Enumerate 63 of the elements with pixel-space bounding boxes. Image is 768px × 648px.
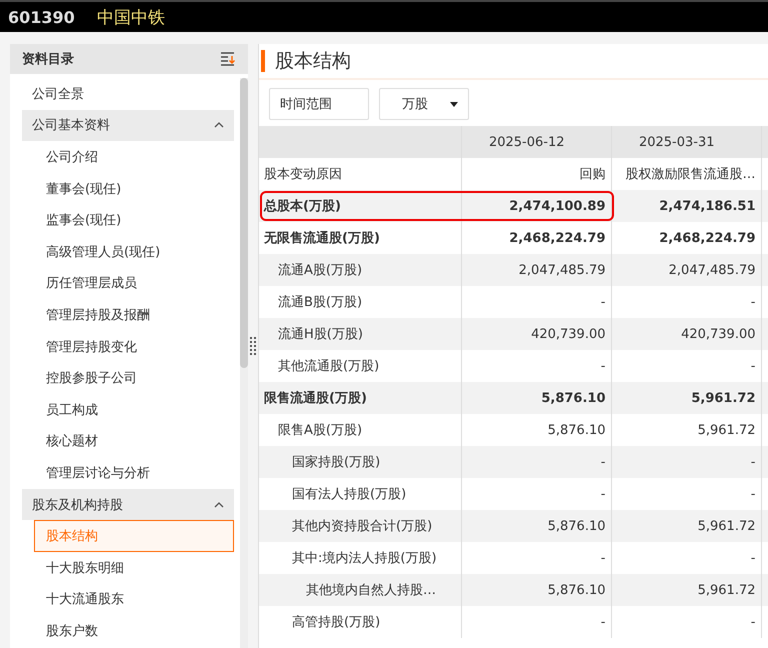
row-label: 其中:境内法人持股(万股) [292, 551, 437, 566]
scrollbar-thumb[interactable] [240, 78, 248, 368]
table-cell: 420,739.00 [681, 326, 756, 342]
sidebar-item[interactable]: 公司全景 [22, 78, 234, 110]
time-range-button[interactable]: 时间范围 [269, 88, 369, 120]
title-accent [261, 50, 265, 72]
table-cell: - [600, 358, 606, 374]
row-label: 流通A股(万股) [278, 263, 362, 278]
row-label: 总股本(万股) [264, 199, 341, 214]
table-cell: - [600, 550, 606, 566]
column-header: 2025-03-31 [638, 134, 714, 150]
table-cell: - [750, 454, 756, 470]
table-cell: 2,468,224.79 [509, 230, 606, 246]
table-cell: 2,468,224.79 [659, 230, 756, 246]
table-cell: - [600, 614, 606, 630]
column-header: 2025-06-12 [488, 134, 564, 150]
sidebar-title: 资料目录 [22, 51, 74, 68]
page-title: 股本结构 [275, 49, 351, 74]
table-cell: 420,739.00 [531, 326, 606, 342]
caret-icon [450, 102, 458, 106]
table-cell: - [750, 294, 756, 310]
chevron-icon [214, 502, 224, 508]
row-label: 无限售流通股(万股) [264, 231, 380, 246]
table-cell: 2,474,100.89 [509, 198, 606, 214]
table-cell: 5,876.10 [548, 582, 606, 598]
stock-code: 601390 [8, 8, 75, 26]
sidebar-item[interactable]: 公司基本资料 [22, 110, 234, 142]
row-label: 其他境内自然人持股… [306, 583, 436, 598]
row-label: 其他内资持股合计(万股) [292, 519, 432, 534]
table-cell: - [750, 486, 756, 502]
table-cell: 股权激励限售流通股… [626, 167, 756, 182]
row-label: 股本变动原因 [264, 167, 342, 182]
table-cell: - [750, 614, 756, 630]
row-label: 流通H股(万股) [278, 327, 363, 342]
row-label: 限售A股(万股) [278, 423, 362, 438]
table-cell: 5,876.10 [548, 518, 606, 534]
table-cell: 2,047,485.79 [518, 262, 606, 278]
table-cell: 5,876.10 [548, 422, 606, 438]
drag-handle-icon[interactable] [250, 337, 256, 355]
row-label: 其他流通股(万股) [278, 359, 380, 374]
table-cell: 5,876.10 [541, 390, 606, 406]
table-cell: 5,961.72 [698, 422, 756, 438]
sort-icon[interactable] [220, 52, 236, 66]
row-label: 国有法人持股(万股) [292, 487, 406, 502]
table-cell: 回购 [580, 167, 606, 182]
table-cell: 5,961.72 [698, 518, 756, 534]
table-cell: 5,961.72 [698, 582, 756, 598]
sidebar-item[interactable]: 股东及机构持股 [22, 488, 234, 520]
row-label: 国家持股(万股) [292, 455, 380, 470]
table-cell: 2,047,485.79 [668, 262, 756, 278]
row-label: 限售流通股(万股) [264, 391, 367, 406]
table-cell: - [750, 550, 756, 566]
row-label: 高管持股(万股) [292, 615, 380, 630]
table-cell: 2,474,186.51 [659, 198, 756, 214]
table-cell: - [600, 454, 606, 470]
company-name: 中国中铁 [96, 6, 165, 28]
table-cell: - [600, 486, 606, 502]
chevron-icon [214, 122, 224, 128]
table-cell: - [600, 294, 606, 310]
unit-dropdown[interactable]: 万股 [379, 88, 469, 120]
row-label: 流通B股(万股) [278, 295, 362, 310]
table-cell: 5,961.72 [691, 390, 756, 406]
table-cell: - [750, 358, 756, 374]
